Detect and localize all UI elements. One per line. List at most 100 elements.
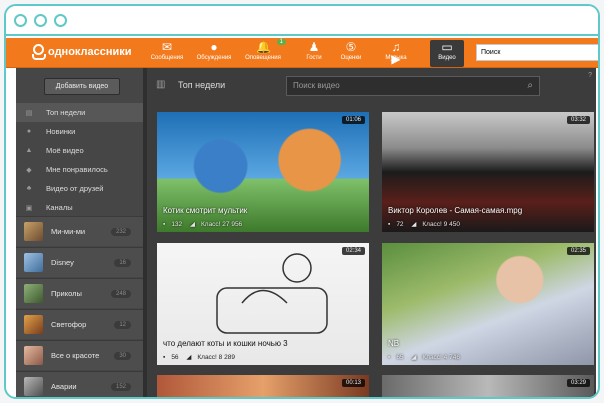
like-count: Класс! 8 289 [197,354,235,361]
comment-icon: ▪ [388,221,391,228]
channel-item[interactable]: Ми-ми-ми 232 [16,216,143,246]
channel-name: Приколы [51,289,82,298]
nav-discussions[interactable]: ● Обсуждения [194,40,234,67]
video-card[interactable]: 03:32 Виктор Королев - Самая-самая.mpg ▪… [382,112,594,232]
sidebar-item-my-video[interactable]: ▲ Моё видео [16,141,143,160]
video-card[interactable]: 02:34 что делают коты и кошки ночью 3 ▪ 5… [157,243,369,365]
channel-item[interactable]: Приколы 248 [16,278,143,308]
channel-name: Disney [51,258,74,267]
video-duration: 03:32 [566,116,590,124]
sidebar-item-label: Каналы [46,203,73,212]
top-search-input[interactable]: Поиск [476,44,598,61]
video-card[interactable]: 01:06 Котик смотрит мультик ▪ 132 ◢ Класс!… [157,112,369,232]
logo-text: одноклассники [48,46,132,58]
video-thumbnail[interactable] [157,375,369,397]
video-card[interactable]: 03:29 [382,375,594,397]
video-duration: 00:13 [341,379,365,387]
nav-ratings-label: Оценки [340,55,362,61]
video-stats: ▪ 72 ◢ Класс! 9 450 [388,220,466,228]
video-title[interactable]: Виктор Королев - Самая-самая.mpg [388,206,522,215]
nav-messages-label: Сообщения [150,55,184,61]
video-search-input[interactable]: Поиск видео ⌕ [286,76,540,96]
channel-name: Аварии [51,382,77,391]
trophy-icon: ▥ [156,79,166,90]
comment-count: 56 [171,354,179,361]
video-card[interactable]: 00:13 [157,375,369,397]
comment-icon: ▪ [388,354,391,361]
sidebar-item-liked[interactable]: ◆ Мне понравилось [16,160,143,179]
nav-guests[interactable]: ♟ Гости [302,40,326,67]
rating-5-icon: ⑤ [345,40,357,54]
channel-item[interactable]: Аварии 152 [16,371,143,397]
channel-count: 248 [110,289,131,298]
sidebar-item-top-week[interactable]: ▤ Топ недели [16,103,143,122]
video-duration: 02:34 [341,247,365,255]
nav-music[interactable]: ♫ ▶ Музыка [374,40,418,67]
comment-icon: ▪ [163,354,166,361]
channel-item[interactable]: Все о красоте 30 [16,340,143,370]
search-icon[interactable]: ⌕ [527,80,533,91]
nav-music-label: Музыка [385,55,407,61]
help-icon[interactable]: ? [588,72,592,79]
channel-name: Светофор [51,320,87,329]
trophy-icon: ▤ [25,109,33,117]
window-dot-icon[interactable] [14,14,27,27]
sidebar-item-label: Мне понравилось [46,165,108,174]
footprints-icon: ♟ [308,40,320,54]
channel-item[interactable]: Светофор 12 [16,309,143,339]
sidebar-menu: ▤ Топ недели ● Новинки ▲ Моё видео ◆ Мне… [16,103,143,217]
envelope-icon: ✉ [161,40,173,54]
nav-video[interactable]: ▭ Видео [430,40,464,67]
video-card[interactable]: 02:35 NB ▪ 65 ◢ Класс! 4 746 [382,243,594,365]
video-icon: ▭ [441,40,453,54]
channel-avatar [24,284,43,303]
nav-messages[interactable]: ✉ Сообщения [150,40,184,67]
top-navigation: одноклассники ✉ Сообщения ● Обсуждения 🔔… [6,38,598,68]
comment-icon: ▪ [163,221,166,228]
channel-name: Ми-ми-ми [51,227,86,236]
sidebar-item-friends-video[interactable]: ♣ Видео от друзей [16,179,143,198]
video-stats: ▪ 132 ◢ Класс! 27 956 [163,220,248,228]
video-thumbnail[interactable] [382,243,594,365]
nav-discussions-label: Обсуждения [196,55,232,61]
page-title: Топ недели [178,80,226,90]
music-note-icon: ♫ ▶ [391,40,401,66]
section-heading: ▥ Топ недели [156,74,225,96]
channel-avatar [24,346,43,365]
video-thumbnail[interactable] [382,375,594,397]
like-icon: ◢ [411,354,417,361]
channel-avatar [24,222,43,241]
channel-count: 16 [114,258,131,267]
sidebar-item-new[interactable]: ● Новинки [16,122,143,141]
video-duration: 01:06 [341,116,365,124]
friends-icon: ♣ [26,185,32,192]
video-title[interactable]: что делают коты и кошки ночью 3 [163,339,288,348]
sidebar-item-label: Топ недели [46,108,86,117]
nav-notifications[interactable]: 🔔 1 Оповещения [242,39,286,67]
window-dot-icon[interactable] [34,14,47,27]
nav-ratings[interactable]: ⑤ Оценки [338,40,364,67]
video-duration: 02:35 [566,247,590,255]
sidebar-scrollbar[interactable] [143,68,147,397]
site-logo[interactable]: одноклассники [32,44,132,60]
user-icon: ▲ [25,147,33,154]
bell-icon: 🔔 [256,40,271,54]
like-count: Класс! 4 746 [422,354,460,361]
channel-count: 30 [114,351,131,360]
browser-frame: одноклассники ✉ Сообщения ● Обсуждения 🔔… [4,4,600,399]
window-dot-icon[interactable] [54,14,67,27]
video-title[interactable]: Котик смотрит мультик [163,206,247,215]
comment-count: 72 [396,221,404,228]
video-stats: ▪ 56 ◢ Класс! 8 289 [163,353,241,361]
new-icon: ● [26,128,32,135]
video-title[interactable]: NB [388,339,399,348]
channel-item[interactable]: Disney 16 [16,247,143,277]
video-search-placeholder: Поиск видео [293,81,340,90]
video-duration: 03:29 [566,379,590,387]
add-video-button[interactable]: Добавить видео [44,78,120,95]
sidebar-item-channels[interactable]: ▣ Каналы [16,198,143,217]
video-stats: ▪ 65 ◢ Класс! 4 746 [388,353,466,361]
nav-notifications-label: Оповещения [245,55,281,61]
sidebar-item-label: Видео от друзей [46,184,104,193]
like-count: Класс! 27 956 [200,221,243,228]
